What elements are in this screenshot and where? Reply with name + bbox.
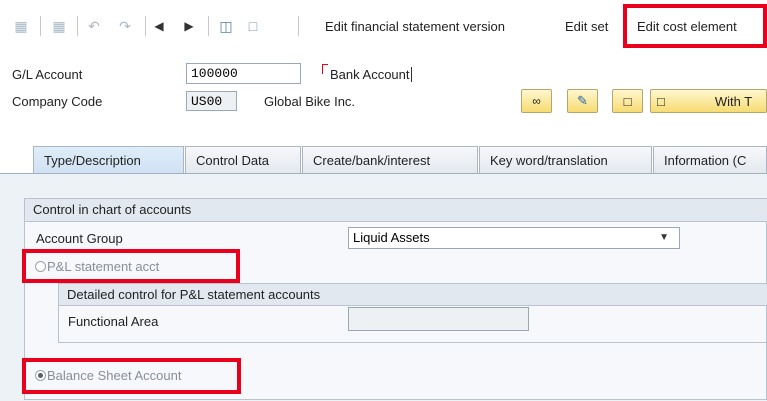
display-icon[interactable]: ◫ xyxy=(217,17,235,35)
document-icon: □ xyxy=(623,93,632,109)
create-button[interactable]: □ xyxy=(612,89,643,113)
edit-cost-element-button[interactable]: Edit cost element xyxy=(637,19,737,34)
tab-information[interactable]: Information (C xyxy=(653,146,767,174)
toolbar-separator xyxy=(145,16,146,36)
gl-account-label: G/L Account xyxy=(12,67,83,82)
tab-label: Type/Description xyxy=(44,153,141,168)
balance-sheet-radio[interactable] xyxy=(35,370,46,381)
copy-account-icon[interactable]: ▦ xyxy=(50,17,68,35)
application-toolbar: ▦ ▦ ↶ ↷ ◀ ▶ ◫ □ Edit financial statement… xyxy=(0,0,767,54)
control-group-title: Control in chart of accounts xyxy=(25,199,767,222)
pencil-icon: ✎ xyxy=(577,93,588,108)
pl-statement-label: P&L statement acct xyxy=(47,259,160,274)
company-code-input[interactable]: US00 xyxy=(186,91,237,111)
account-group-label: Account Group xyxy=(36,231,123,246)
gl-account-input[interactable]: 100000 xyxy=(186,63,301,84)
detailed-control-title: Detailed control for P&L statement accou… xyxy=(59,284,767,306)
tab-key-word-translation[interactable]: Key word/translation xyxy=(479,146,652,174)
tab-label: Information (C xyxy=(664,153,747,168)
functional-area-input[interactable] xyxy=(348,307,529,331)
toolbar-separator xyxy=(208,16,209,36)
functional-area-label: Functional Area xyxy=(68,314,159,329)
other-account-icon[interactable]: ▦ xyxy=(12,17,30,35)
with-template-label: With T xyxy=(714,93,753,109)
previous-icon[interactable]: ◀ xyxy=(150,17,168,35)
gl-account-name-input[interactable]: Bank Account xyxy=(330,67,412,82)
tab-control-data[interactable]: Control Data xyxy=(185,146,301,174)
pl-statement-radio[interactable] xyxy=(35,261,46,272)
undo-icon[interactable]: ↶ xyxy=(85,17,103,35)
toolbar-separator xyxy=(298,16,299,36)
balance-sheet-label: Balance Sheet Account xyxy=(47,368,182,383)
account-group-value: Liquid Assets xyxy=(353,230,430,245)
edit-pencil-button[interactable]: ✎ xyxy=(567,89,598,113)
chevron-down-icon: ▼ xyxy=(659,232,669,243)
toolbar-separator xyxy=(77,16,78,36)
next-icon[interactable]: ▶ xyxy=(180,17,198,35)
toolbar-separator xyxy=(40,16,41,36)
account-group-dropdown[interactable]: Liquid Assets ▼ xyxy=(348,227,680,249)
edit-fs-version-button[interactable]: Edit financial statement version xyxy=(325,19,505,34)
tab-type-description[interactable]: Type/Description xyxy=(33,146,184,174)
document-icon: □ xyxy=(657,93,665,109)
company-name: Global Bike Inc. xyxy=(264,94,356,109)
tab-create-bank-interest[interactable]: Create/bank/interest xyxy=(302,146,478,174)
tab-label: Control Data xyxy=(196,153,269,168)
company-code-label: Company Code xyxy=(12,94,103,109)
document-icon[interactable]: □ xyxy=(244,17,262,35)
redo-icon[interactable]: ↷ xyxy=(116,17,134,35)
with-template-button[interactable]: □ With T xyxy=(650,89,767,113)
edit-set-button[interactable]: Edit set xyxy=(565,19,608,34)
glasses-display-button[interactable]: ∞ xyxy=(521,89,552,113)
tab-label: Key word/translation xyxy=(490,153,608,168)
glasses-icon: ∞ xyxy=(532,94,541,108)
tab-label: Create/bank/interest xyxy=(313,153,431,168)
required-marker xyxy=(322,64,328,74)
